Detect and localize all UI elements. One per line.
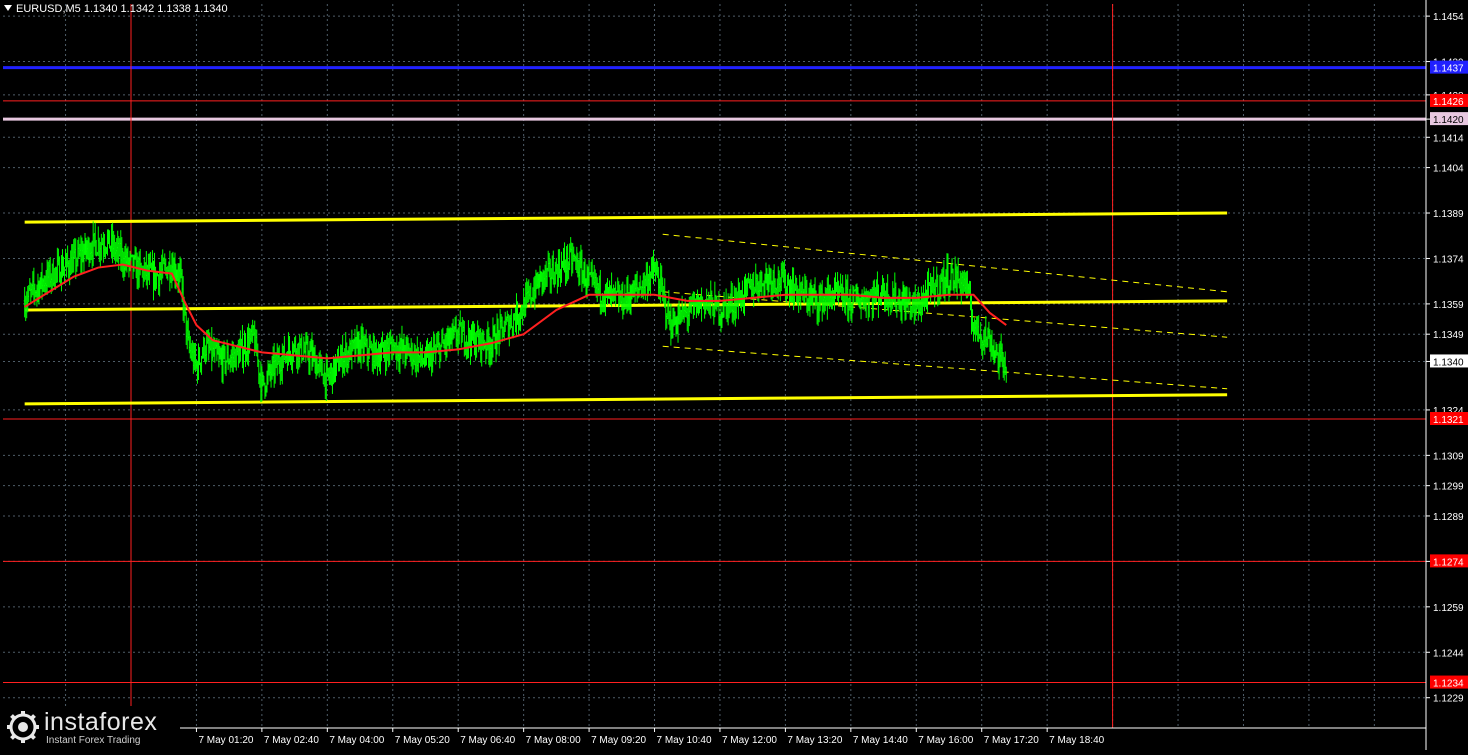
level-label-1.1420: 1.1420 (1433, 115, 1464, 126)
price-tick-label: 1.1229 (1433, 694, 1464, 705)
price-tick-label: 1.1349 (1433, 330, 1464, 341)
ohlc-values: 1.1340 1.1342 1.1338 1.1340 (83, 3, 228, 15)
trend-line (662, 345, 1228, 390)
price-tick-label: 1.1309 (1433, 451, 1464, 462)
chart-canvas[interactable]: 1.1229 1.1244 1.1259 1.1274 1.1289 1.1299 1.13… (0, 0, 1468, 750)
price-tick-label: 1.1404 (1433, 164, 1464, 175)
level-label-1.1426: 1.1426 (1433, 97, 1464, 108)
price-tick-label: 1.1259 (1433, 603, 1464, 614)
price-tick-label: 1.1299 (1433, 482, 1464, 493)
time-tick-label: 7 May 12:00 (722, 735, 777, 746)
current-price-label: 1.1340 (1433, 357, 1464, 368)
time-tick-label: 7 May 06:40 (460, 735, 515, 746)
dashed-trend-lines (662, 233, 1228, 390)
chart-header: EURUSD,M5 1.1340 1.1342 1.1338 1.1340 (4, 3, 228, 15)
session-lines (130, 4, 1114, 728)
time-tick-label: 7 May 08:00 (526, 735, 581, 746)
horizontal-levels (3, 66, 1426, 684)
time-tick-label: 7 May 01:20 (198, 735, 253, 746)
symbol-label: EURUSD,M5 (16, 3, 81, 15)
logo-tagline: Instant Forex Trading (46, 735, 141, 746)
grid (3, 4, 1426, 728)
price-tick-label: 1.1289 (1433, 512, 1464, 523)
time-tick-label: 7 May 16:00 (918, 735, 973, 746)
level-label-1.1274: 1.1274 (1433, 557, 1464, 568)
price-tick-label: 1.1374 (1433, 254, 1464, 265)
time-tick-label: 7 May 14:40 (853, 735, 908, 746)
price-tick-label: 1.1389 (1433, 209, 1464, 220)
time-tick-label: 7 May 17:20 (984, 735, 1039, 746)
time-tick-label: 7 May 10:40 (657, 735, 712, 746)
time-tick-label: 7 May 09:20 (591, 735, 646, 746)
dropdown-triangle-icon[interactable] (4, 5, 12, 11)
price-tick-label: 1.1359 (1433, 300, 1464, 311)
price-tick-label: 1.1414 (1433, 133, 1464, 144)
level-label-1.1321: 1.1321 (1433, 415, 1464, 426)
candles (23, 221, 1008, 403)
price-tick-label: 1.1244 (1433, 648, 1464, 659)
gear-logo-icon (7, 711, 39, 743)
level-label-1.1234: 1.1234 (1433, 679, 1464, 690)
price-tick-label: 1.1454 (1433, 12, 1464, 23)
level-label-1.1437: 1.1437 (1433, 64, 1464, 75)
time-tick-label: 7 May 18:40 (1049, 735, 1104, 746)
axes (0, 0, 1430, 750)
logo-brand: instaforex (44, 708, 158, 736)
time-tick-label: 7 May 13:20 (787, 735, 842, 746)
time-tick-label: 7 May 02:40 (264, 735, 319, 746)
price-chart[interactable]: 1.1229 1.1244 1.1259 1.1274 1.1289 1.1299 1.13… (0, 0, 1468, 750)
time-tick-label: 7 May 05:20 (395, 735, 450, 746)
broker-logo: instaforex Instant Forex Trading (0, 706, 180, 750)
time-tick-label: 7 May 04:00 (329, 735, 384, 746)
